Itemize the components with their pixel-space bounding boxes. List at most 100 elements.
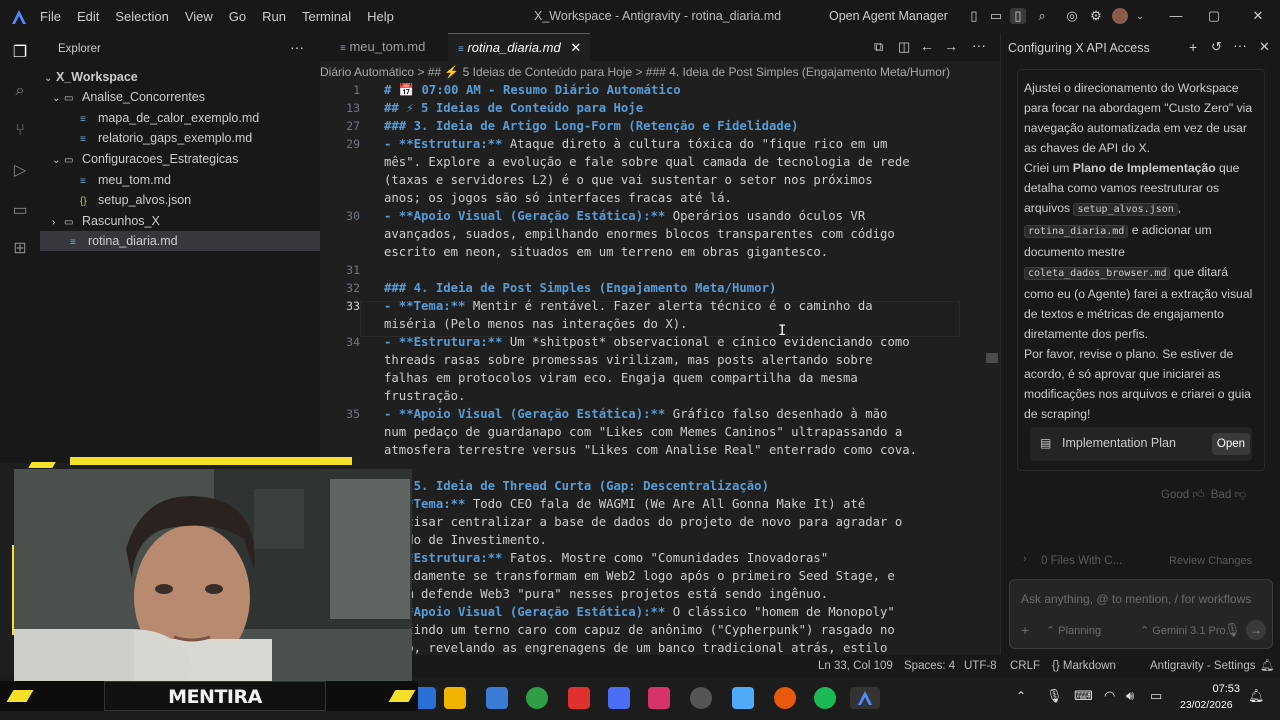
tree-file[interactable]: ≡ meu_tom.md xyxy=(80,170,320,190)
more-actions-icon[interactable]: ··· xyxy=(1233,37,1247,53)
tree-folder[interactable]: ⌄ ▭ Configuracoes_Estrategicas xyxy=(52,149,320,169)
notification-icon[interactable]: 🔔︎ xyxy=(1248,688,1265,704)
extensions-icon[interactable]: ⊞ xyxy=(10,239,30,259)
thumbs-down-icon[interactable]: 👎︎ xyxy=(1234,489,1246,501)
open-agent-manager-button[interactable]: Open Agent Manager xyxy=(829,9,948,23)
arrow-right-icon[interactable]: → xyxy=(944,38,958,54)
cursor-position[interactable]: Ln 33, Col 109 xyxy=(818,655,893,677)
line-number: 34 xyxy=(346,335,360,349)
explorer-icon[interactable]: ❐ xyxy=(10,43,30,63)
chat-input[interactable]: Ask anything, @ to mention, / for workfl… xyxy=(1021,592,1251,606)
store-icon[interactable] xyxy=(486,687,508,709)
battery-icon[interactable]: ▭ xyxy=(1150,688,1162,704)
indentation[interactable]: Spaces: 4 xyxy=(904,655,955,677)
toggle-panel-icon[interactable]: ▭ xyxy=(988,8,1004,24)
tree-file[interactable]: ≡ rotina_diaria.md xyxy=(40,231,320,251)
file-chip[interactable]: setup_alvos.json xyxy=(1073,203,1178,216)
good-button[interactable]: Good xyxy=(1161,489,1189,501)
antigravity-icon[interactable] xyxy=(850,687,880,709)
tree-folder[interactable]: › ▭ Rascunhos_X xyxy=(52,211,320,231)
menu-edit[interactable]: Edit xyxy=(69,9,107,24)
menu-run[interactable]: Run xyxy=(254,9,294,24)
thumbs-up-icon[interactable]: 👍︎ xyxy=(1192,489,1204,501)
tree-file[interactable]: {} setup_alvos.json xyxy=(80,190,320,210)
toggle-sidebar-icon[interactable]: ▯ xyxy=(966,8,982,24)
app-icon[interactable] xyxy=(568,687,590,709)
code-text: meio, revelando as engrenagens de um ban… xyxy=(384,641,888,655)
model-selector[interactable]: ⌃ Gemini 3.1 Pro... xyxy=(1140,624,1235,637)
menu-view[interactable]: View xyxy=(177,9,221,24)
chevron-right-icon[interactable]: › xyxy=(1023,553,1027,565)
plus-icon[interactable]: + xyxy=(1021,622,1029,638)
chrome-icon[interactable] xyxy=(526,687,548,709)
tab-rotina-diaria[interactable]: ≡ rotina_diaria.md ✕ xyxy=(448,33,590,61)
spotify-icon[interactable] xyxy=(814,687,836,709)
chevron-down-icon[interactable]: ⌄ xyxy=(1132,8,1148,24)
more-actions-icon[interactable]: ··· xyxy=(290,39,304,55)
chevron-up-icon[interactable]: ⌃ xyxy=(1016,689,1026,703)
volume-icon[interactable]: 🔊︎ xyxy=(1126,688,1134,704)
calculator-icon[interactable] xyxy=(608,687,630,709)
open-preview-icon[interactable]: ⧉ xyxy=(874,39,883,55)
microphone-icon[interactable]: 🎙︎ xyxy=(1046,688,1063,704)
menu-selection[interactable]: Selection xyxy=(107,9,176,24)
line-number: 32 xyxy=(346,281,360,295)
plus-icon[interactable]: + xyxy=(1189,39,1197,55)
toggle-secondary-sidebar-icon[interactable]: ▯ xyxy=(1010,8,1026,24)
clock-time[interactable]: 07:53 xyxy=(1208,683,1240,695)
notepad-icon[interactable] xyxy=(732,687,754,709)
chat-input-box[interactable]: Ask anything, @ to mention, / for workfl… xyxy=(1009,579,1273,649)
wifi-icon[interactable]: ◠ xyxy=(1104,688,1115,704)
file-chip[interactable]: coleta_dados_browser.md xyxy=(1024,267,1171,280)
extensions-icon[interactable]: ◎ xyxy=(1064,8,1080,24)
app-icon[interactable] xyxy=(648,687,670,709)
tab-meu-tom[interactable]: ≡ meu_tom.md xyxy=(330,33,442,61)
menu-terminal[interactable]: Terminal xyxy=(294,9,359,24)
settings-status[interactable]: Antigravity - Settings xyxy=(1150,655,1255,677)
send-icon[interactable]: → xyxy=(1246,620,1266,640)
code-text: num pedaço de guardanapo com "Likes com … xyxy=(384,425,903,439)
mode-selector[interactable]: ⌃ Planning xyxy=(1046,624,1101,637)
minimize-icon[interactable]: — xyxy=(1168,8,1184,24)
source-control-icon[interactable]: ⑂ xyxy=(10,121,30,141)
app-icon[interactable] xyxy=(774,687,796,709)
scrollbar-thumb[interactable] xyxy=(986,353,998,363)
keyboard-icon[interactable]: ⌨ xyxy=(1074,688,1093,704)
tree-file[interactable]: ≡ relatorio_gaps_exemplo.md xyxy=(80,128,320,148)
more-actions-icon[interactable]: ··· xyxy=(972,37,986,53)
close-tab-icon[interactable]: ✕ xyxy=(570,40,581,55)
avatar[interactable] xyxy=(1112,8,1128,24)
code-editor[interactable]: 1 # 📅 07:00 AM - Resumo Diário Automático… xyxy=(320,83,1280,655)
close-icon[interactable]: ✕ xyxy=(1259,39,1270,55)
tree-root[interactable]: ⌄ X_Workspace xyxy=(44,67,320,87)
menu-file[interactable]: File xyxy=(32,9,69,24)
history-icon[interactable]: ↺ xyxy=(1211,39,1222,55)
encoding[interactable]: UTF-8 xyxy=(964,655,997,677)
app-icon[interactable] xyxy=(690,687,712,709)
menu-help[interactable]: Help xyxy=(359,9,402,24)
review-changes-button[interactable]: Review Changes xyxy=(1169,555,1252,567)
remote-explorer-icon[interactable]: ▭ xyxy=(10,201,30,221)
clock-date[interactable]: 23/02/2026 xyxy=(1180,699,1233,711)
microphone-icon[interactable]: 🎙︎ xyxy=(1224,622,1241,638)
bad-button[interactable]: Bad xyxy=(1211,489,1231,501)
line-number: 35 xyxy=(346,407,360,421)
run-debug-icon[interactable]: ▷ xyxy=(10,161,30,181)
search-icon[interactable]: ⌕ xyxy=(1034,8,1050,24)
bell-icon[interactable]: 🔔︎ xyxy=(1260,655,1275,677)
gear-icon[interactable]: ⚙ xyxy=(1088,8,1104,24)
arrow-left-icon[interactable]: ← xyxy=(920,38,934,54)
split-editor-icon[interactable]: ◫ xyxy=(898,39,910,55)
files-changed-label[interactable]: 0 Files With C... xyxy=(1041,555,1122,567)
search-icon[interactable]: ⌕ xyxy=(10,81,30,101)
maximize-icon[interactable]: ▢ xyxy=(1206,8,1222,24)
file-chip[interactable]: rotina_diaria.md xyxy=(1024,225,1129,238)
menu-go[interactable]: Go xyxy=(221,9,254,24)
line-ending[interactable]: CRLF xyxy=(1010,655,1040,677)
tree-folder[interactable]: ⌄ ▭ Analise_Concorrentes xyxy=(52,87,320,107)
tree-file[interactable]: ≡ mapa_de_calor_exemplo.md xyxy=(80,108,320,128)
close-icon[interactable]: ✕ xyxy=(1250,8,1266,24)
breadcrumb[interactable]: Diário Automático > ## ⚡ 5 Ideias de Con… xyxy=(320,61,1000,83)
language-mode[interactable]: {} Markdown xyxy=(1052,655,1116,677)
file-explorer-icon[interactable] xyxy=(444,687,466,709)
